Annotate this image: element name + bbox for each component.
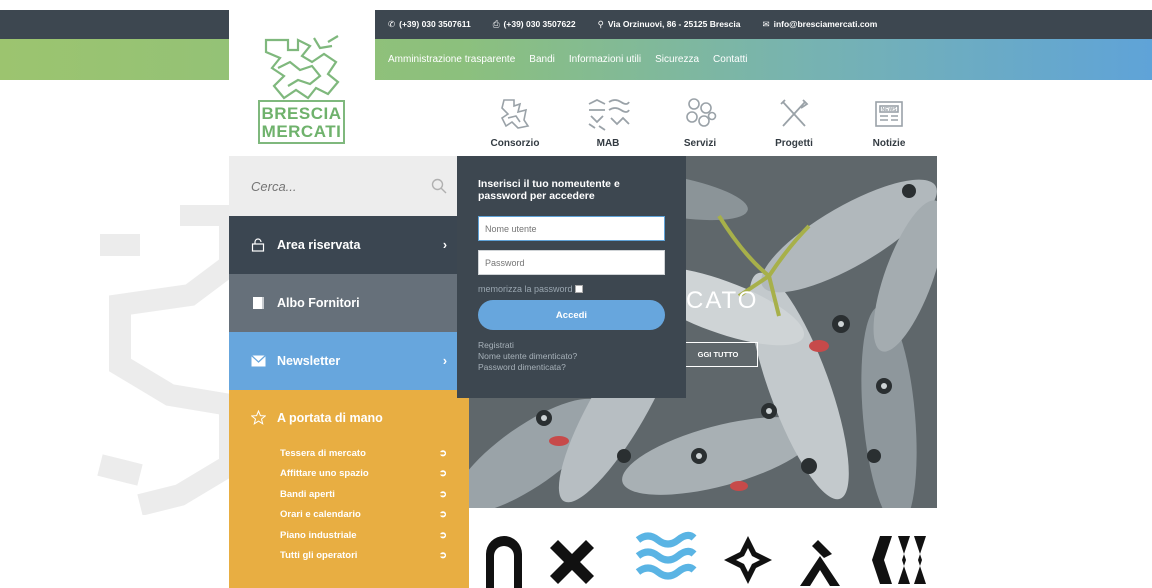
contact-address: ⚲ Via Orzinuovi, 86 - 25125 Brescia <box>597 19 741 29</box>
chevron-right-icon: › <box>442 354 447 368</box>
decorative-glyph-row <box>486 531 926 588</box>
external-arrow-icon: ➲ <box>439 550 447 562</box>
star-icon <box>251 410 277 425</box>
contact-phone[interactable]: ✆ (+39) 030 3507611 <box>388 19 471 30</box>
username-input[interactable] <box>478 216 665 241</box>
quick-link-piano[interactable]: Piano industriale ➲ <box>280 525 447 546</box>
nav-bandi[interactable]: Bandi <box>529 54 555 65</box>
contact-email[interactable]: ✉ info@bresciamercati.com <box>762 19 877 30</box>
logo[interactable]: BRESCIA MERCATI <box>229 10 375 156</box>
login-title: Inserisci il tuo nomeutente e password p… <box>478 178 620 202</box>
menu-mab[interactable]: MAB <box>563 96 653 149</box>
remember-password[interactable]: memorizza la password <box>478 284 665 294</box>
nav-sicurezza[interactable]: Sicurezza <box>655 54 699 65</box>
sidebar: Area riservata › Albo Fornitori Newslett… <box>229 156 469 588</box>
forgot-password-link[interactable]: Password dimenticata? <box>478 362 665 373</box>
nav-amministrazione-trasparente[interactable]: Amministrazione trasparente <box>388 54 515 65</box>
search-icon[interactable] <box>431 178 447 194</box>
search-box <box>229 156 469 216</box>
menu-consorzio[interactable]: Consorzio <box>470 96 560 149</box>
forgot-username-link[interactable]: Nome utente dimenticato? <box>478 351 665 362</box>
lion-logo-icon <box>264 35 340 100</box>
nav-informazioni-utili[interactable]: Informazioni utili <box>569 54 641 65</box>
mail-icon: ✉ <box>762 19 770 29</box>
quick-link-tessera[interactable]: Tessera di mercato ➲ <box>280 443 447 464</box>
location-pin-icon: ⚲ <box>597 19 604 29</box>
main-nav: Amministrazione trasparente Bandi Inform… <box>388 39 748 80</box>
menu-servizi[interactable]: Servizi <box>655 96 745 149</box>
quick-link-operatori[interactable]: Tutti gli operatori ➲ <box>280 546 447 567</box>
area-riservata-button[interactable]: Area riservata › <box>229 216 469 274</box>
logo-wordmark: BRESCIA MERCATI <box>258 100 345 144</box>
lock-icon <box>251 238 277 252</box>
external-arrow-icon: ➲ <box>439 529 447 541</box>
login-links: Registrati Nome utente dimenticato? Pass… <box>478 340 665 373</box>
phone-icon: ✆ <box>388 19 396 29</box>
remember-checkbox[interactable] <box>574 285 583 293</box>
lion-crest-icon <box>500 99 530 129</box>
quick-links-list: Tessera di mercato ➲ Affittare uno spazio… <box>251 443 447 566</box>
quick-links-title: A portata di mano <box>251 410 447 425</box>
quick-link-orari[interactable]: Orari e calendario ➲ <box>280 505 447 526</box>
contact-list: ✆ (+39) 030 3507611 ⎙ (+39) 030 3507622 ⚲ V… <box>388 10 877 39</box>
menu-notizie[interactable]: NEWS Notizie <box>844 96 934 149</box>
external-arrow-icon: ➲ <box>439 468 447 480</box>
hero-read-more-button[interactable]: GGI TUTTO <box>678 342 758 367</box>
contact-fax: ⎙ (+39) 030 3507622 <box>492 19 576 29</box>
menu-progetti[interactable]: Progetti <box>749 96 839 149</box>
password-input[interactable] <box>478 250 665 275</box>
envelope-icon <box>251 355 277 367</box>
svg-text:NEWS: NEWS <box>882 107 898 113</box>
login-panel: Inserisci il tuo nomeutente e password p… <box>457 156 686 398</box>
chevron-right-icon: › <box>442 238 447 252</box>
hero-title: CATO <box>686 287 759 314</box>
tools-icon <box>780 99 809 127</box>
book-icon <box>251 296 277 310</box>
nav-contatti[interactable]: Contatti <box>713 54 747 65</box>
newspaper-icon: NEWS <box>875 101 903 127</box>
mab-pattern-icon <box>588 98 630 131</box>
login-submit-button[interactable]: Accedi <box>478 300 665 330</box>
external-arrow-icon: ➲ <box>439 509 447 521</box>
external-arrow-icon: ➲ <box>439 447 447 459</box>
fax-icon: ⎙ <box>492 19 500 29</box>
quick-links-panel: A portata di mano Tessera di mercato ➲ Af… <box>229 390 469 588</box>
quick-link-affittare[interactable]: Affittare uno spazio ➲ <box>280 464 447 485</box>
register-link[interactable]: Registrati <box>478 340 665 351</box>
hexagons-icon <box>686 98 717 127</box>
quick-link-bandi[interactable]: Bandi aperti ➲ <box>280 484 447 505</box>
albo-fornitori-button[interactable]: Albo Fornitori <box>229 274 469 332</box>
search-input[interactable] <box>251 178 401 194</box>
newsletter-button[interactable]: Newsletter › <box>229 332 469 390</box>
external-arrow-icon: ➲ <box>439 488 447 500</box>
